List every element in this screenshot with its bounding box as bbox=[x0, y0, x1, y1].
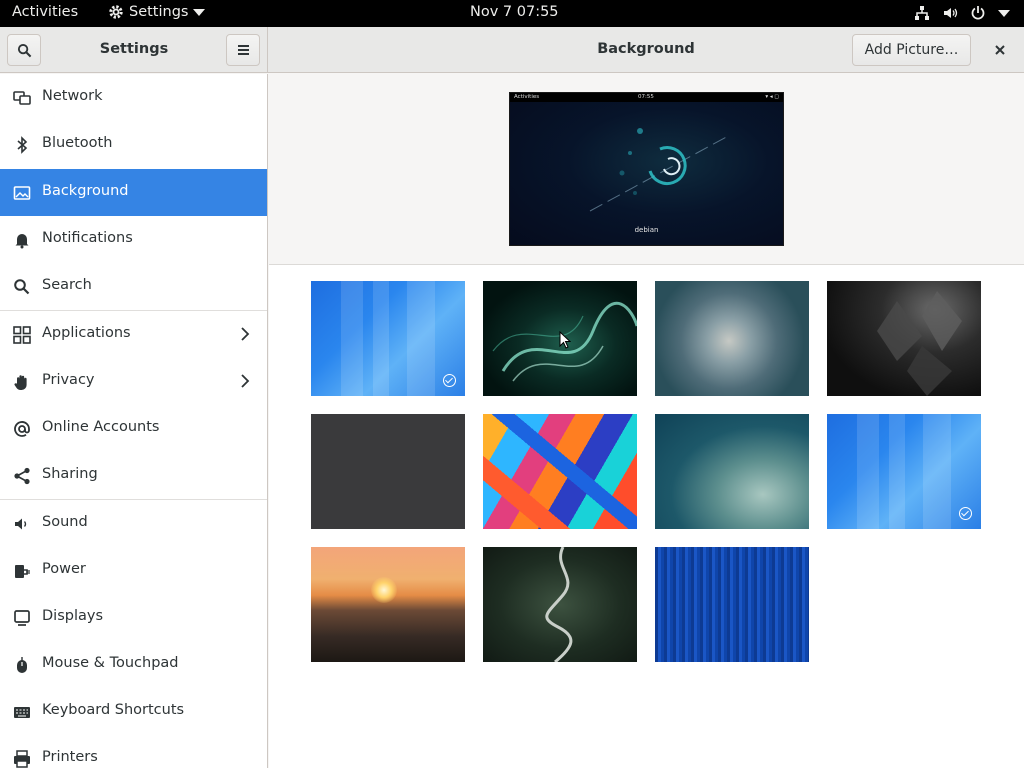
sidebar-item-label: Sound bbox=[42, 514, 88, 530]
sidebar-item-label: Network bbox=[42, 88, 103, 104]
sidebar-item-label: Keyboard Shortcuts bbox=[42, 702, 185, 718]
app-menu-label: Settings bbox=[129, 4, 189, 20]
bell-icon bbox=[15, 234, 29, 249]
search-icon bbox=[14, 279, 30, 295]
primary-menu-button[interactable] bbox=[226, 34, 260, 66]
sidebar-item-search[interactable]: Search bbox=[0, 263, 267, 310]
header-bar: Settings Background Add Picture… bbox=[0, 27, 1024, 73]
sidebar-item-label: Displays bbox=[42, 608, 104, 624]
sidebar-item-applications[interactable]: Applications bbox=[0, 311, 267, 358]
sidebar-item-displays[interactable]: Displays bbox=[0, 594, 267, 641]
road-shape bbox=[545, 547, 573, 662]
debian-swirl-icon bbox=[589, 128, 731, 212]
sidebar-header: Settings bbox=[0, 27, 268, 73]
add-picture-button[interactable]: Add Picture… bbox=[852, 34, 971, 66]
network-wired-icon bbox=[915, 6, 929, 20]
sidebar-item-label: Applications bbox=[42, 325, 131, 341]
power-plug-icon bbox=[15, 565, 30, 578]
sidebar-item-bluetooth[interactable]: Bluetooth bbox=[0, 121, 267, 168]
sidebar-item-label: Printers bbox=[42, 749, 98, 765]
mouse-cursor-icon bbox=[559, 331, 571, 349]
sidebar-item-keyboard-shortcuts[interactable]: Keyboard Shortcuts bbox=[0, 688, 267, 735]
sidebar-item-label: Background bbox=[42, 183, 129, 199]
volume-icon bbox=[944, 8, 958, 18]
wallpaper-forest-treetops[interactable] bbox=[655, 281, 809, 396]
sidebar-item-network[interactable]: Network bbox=[0, 74, 267, 121]
selected-check-icon bbox=[443, 374, 456, 387]
wallpaper-ocean-sunset[interactable] bbox=[311, 547, 465, 662]
wallpaper-blue-geometric-2[interactable] bbox=[827, 414, 981, 529]
sidebar-item-sharing[interactable]: Sharing bbox=[0, 452, 267, 499]
background-preview: Activities 07:55 ▾ ◂ ◻ debian bbox=[509, 92, 784, 246]
wallpaper-stripe bbox=[857, 414, 879, 529]
wallpaper-stripe bbox=[889, 414, 905, 529]
close-button[interactable] bbox=[988, 38, 1012, 62]
hamburger-menu-icon bbox=[237, 45, 249, 55]
keyboard-icon bbox=[14, 707, 30, 718]
system-tray[interactable] bbox=[914, 5, 1010, 21]
sidebar-item-label: Bluetooth bbox=[42, 135, 113, 151]
wallpaper-dark-gray[interactable] bbox=[311, 414, 465, 529]
network-icon bbox=[13, 91, 31, 105]
sidebar-item-sound[interactable]: Sound bbox=[0, 500, 267, 547]
wallpaper-stripe bbox=[373, 281, 389, 396]
sidebar-item-printers[interactable]: Printers bbox=[0, 735, 267, 768]
sun-shape bbox=[371, 577, 397, 603]
bluetooth-icon bbox=[17, 136, 28, 154]
sidebar-item-background[interactable]: Background bbox=[0, 169, 267, 216]
applications-grid-icon bbox=[13, 326, 31, 344]
sidebar-item-label: Online Accounts bbox=[42, 419, 160, 435]
top-bar: Activities Settings Nov 7 07:55 bbox=[0, 0, 1024, 27]
chevron-right-icon bbox=[241, 327, 250, 341]
wallpaper-stripe bbox=[341, 281, 363, 396]
close-icon bbox=[995, 45, 1005, 55]
share-icon bbox=[14, 467, 30, 485]
chevron-down-icon bbox=[193, 8, 206, 16]
sidebar-item-online-accounts[interactable]: Online Accounts bbox=[0, 405, 267, 452]
main-content: Activities 07:55 ▾ ◂ ◻ debian bbox=[269, 74, 1024, 768]
wallpaper-stripe bbox=[407, 281, 435, 396]
wallpaper-blue-geometric[interactable] bbox=[311, 281, 465, 396]
preview-area: Activities 07:55 ▾ ◂ ◻ debian bbox=[269, 74, 1024, 265]
selected-check-icon bbox=[959, 507, 972, 520]
hand-icon bbox=[14, 375, 27, 390]
sidebar-item-notifications[interactable]: Notifications bbox=[0, 216, 267, 263]
gear-icon bbox=[109, 5, 123, 19]
wallpaper-stripe bbox=[923, 414, 951, 529]
sidebar-item-privacy[interactable]: Privacy bbox=[0, 358, 267, 405]
at-sign-icon bbox=[14, 421, 30, 437]
sidebar: Network Bluetooth Background Notificatio… bbox=[0, 74, 268, 768]
mouse-icon bbox=[17, 657, 27, 673]
sidebar-item-label: Mouse & Touchpad bbox=[42, 655, 179, 671]
app-menu[interactable]: Settings bbox=[108, 4, 206, 20]
preview-label: debian bbox=[634, 226, 659, 234]
speaker-icon bbox=[15, 518, 27, 530]
power-icon bbox=[971, 6, 985, 20]
chevron-down-icon bbox=[998, 9, 1010, 17]
wallpaper-winding-road-forest[interactable] bbox=[483, 547, 637, 662]
printer-icon bbox=[14, 750, 30, 768]
sidebar-item-mouse-touchpad[interactable]: Mouse & Touchpad bbox=[0, 641, 267, 688]
chevron-right-icon bbox=[241, 374, 250, 388]
sidebar-item-label: Notifications bbox=[42, 230, 133, 246]
activities-button[interactable]: Activities bbox=[12, 4, 78, 20]
sidebar-item-power[interactable]: Power bbox=[0, 547, 267, 594]
leaves-shape bbox=[877, 291, 962, 396]
sidebar-item-label: Privacy bbox=[42, 372, 95, 388]
background-icon bbox=[13, 186, 31, 200]
wallpaper-blue-lines[interactable] bbox=[655, 547, 809, 662]
sidebar-item-label: Power bbox=[42, 561, 86, 577]
sidebar-item-label: Sharing bbox=[42, 466, 98, 482]
wallpaper-dark-leaves[interactable] bbox=[827, 281, 981, 396]
wallpaper-aerial-teal[interactable] bbox=[655, 414, 809, 529]
clock[interactable]: Nov 7 07:55 bbox=[470, 4, 559, 20]
wallpaper-colorful-painting[interactable] bbox=[483, 414, 637, 529]
display-icon bbox=[14, 610, 30, 626]
sidebar-item-label: Search bbox=[42, 277, 92, 293]
